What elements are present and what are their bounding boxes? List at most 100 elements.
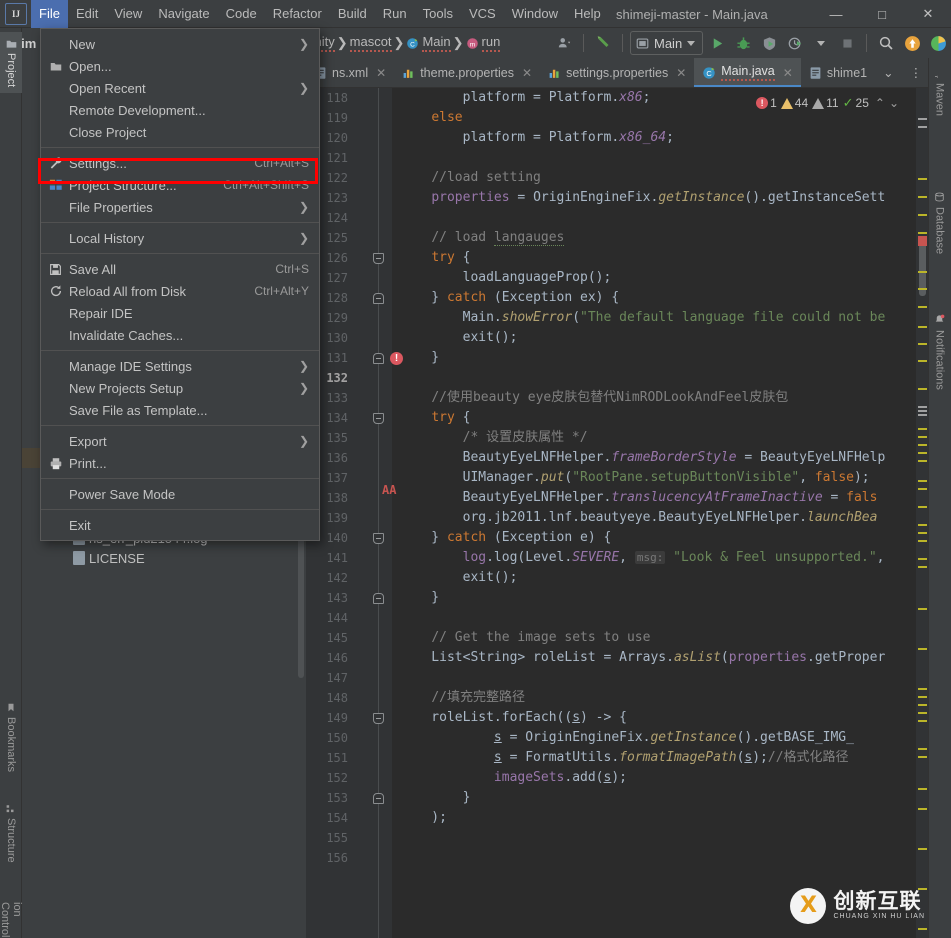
code-line[interactable]: //填充完整路径 (392, 688, 525, 708)
code-editor[interactable]: 1181191201211221231241251261271281291301… (306, 88, 928, 938)
code-fold-toggle[interactable] (373, 253, 384, 264)
error-stripe[interactable] (918, 488, 927, 490)
error-stripe[interactable] (918, 271, 927, 273)
run-icon[interactable] (705, 31, 729, 55)
minimize-button[interactable]: — (813, 0, 859, 28)
code-line[interactable]: // Get the image sets to use (392, 628, 650, 648)
code-line[interactable]: loadLanguageProp(); (392, 268, 611, 288)
menu-navigate[interactable]: Navigate (150, 0, 217, 28)
tab-shime1[interactable]: shime1 (801, 58, 875, 87)
error-stripe[interactable] (918, 214, 927, 216)
sidebar-item-database[interactable]: Database (928, 186, 951, 260)
file-menu-item-close-project[interactable]: Close Project (41, 121, 319, 143)
maximize-button[interactable]: □ (859, 0, 905, 28)
stop-icon[interactable] (835, 31, 859, 55)
code-line[interactable]: imageSets.add(s); (392, 768, 627, 788)
file-menu-item-invalidate-caches---[interactable]: Invalidate Caches... (41, 324, 319, 346)
code-line[interactable] (392, 848, 408, 868)
menu-file[interactable]: File (31, 0, 68, 28)
menu-vcs[interactable]: VCS (461, 0, 504, 28)
file-menu-item-open-recent[interactable]: Open Recent❯ (41, 77, 319, 99)
prev-problem-button[interactable]: ⌃ (875, 96, 885, 110)
menu-code[interactable]: Code (218, 0, 265, 28)
close-icon[interactable]: ✕ (376, 66, 386, 80)
breadcrumb-item-mascot[interactable]: mascot (348, 34, 394, 52)
undo-icon[interactable] (591, 31, 615, 55)
error-stripe[interactable] (918, 414, 927, 416)
error-stripe[interactable] (918, 704, 927, 706)
error-stripe[interactable] (918, 360, 927, 362)
file-menu-item-save-all[interactable]: Save AllCtrl+S (41, 258, 319, 280)
error-stripe[interactable] (918, 480, 927, 482)
error-stripe[interactable] (918, 178, 927, 180)
close-icon[interactable]: ✕ (676, 66, 686, 80)
error-stripe[interactable] (918, 436, 927, 438)
file-menu-item-print---[interactable]: Print... (41, 452, 319, 474)
error-stripe[interactable] (918, 712, 927, 714)
error-stripe[interactable] (918, 808, 927, 810)
search-icon[interactable] (874, 31, 898, 55)
sidebar-item-version-control[interactable]: ion Control (0, 896, 22, 938)
error-stripe[interactable] (918, 566, 927, 568)
code-line[interactable]: else (392, 108, 463, 128)
error-stripe-marker-bar[interactable] (916, 88, 928, 938)
code-line[interactable] (392, 608, 408, 628)
error-stripe[interactable] (918, 558, 927, 560)
code-line[interactable]: UIManager.put("RootPane.setupButtonVisib… (392, 468, 870, 488)
profiler-icon[interactable] (552, 31, 576, 55)
file-menu-item-open---[interactable]: Open... (41, 55, 319, 77)
file-menu-item-repair-ide[interactable]: Repair IDE (41, 302, 319, 324)
tab-overflow-button[interactable]: ⌄ (875, 58, 901, 87)
code-line[interactable] (392, 208, 408, 228)
tab-main-java[interactable]: CMain.java✕ (694, 58, 801, 87)
code-fold-toggle[interactable] (373, 293, 384, 304)
menu-view[interactable]: View (106, 0, 150, 28)
error-stripe[interactable] (918, 506, 927, 508)
next-problem-button[interactable]: ⌄ (889, 96, 899, 110)
menu-build[interactable]: Build (330, 0, 375, 28)
file-menu-item-project-structure---[interactable]: Project Structure...Ctrl+Alt+Shift+S (41, 174, 319, 196)
file-menu-item-reload-all-from-disk[interactable]: Reload All from DiskCtrl+Alt+Y (41, 280, 319, 302)
code-line[interactable]: } (392, 348, 439, 368)
file-menu-item-remote-development---[interactable]: Remote Development... (41, 99, 319, 121)
file-menu-item-new-projects-setup[interactable]: New Projects Setup❯ (41, 377, 319, 399)
error-stripe[interactable] (918, 696, 927, 698)
error-stripe[interactable] (918, 444, 927, 446)
error-stripe[interactable] (918, 452, 927, 454)
sidebar-item-structure[interactable]: Structure (0, 798, 22, 869)
coverage-icon[interactable] (757, 31, 781, 55)
debug-icon[interactable] (731, 31, 755, 55)
tab-theme-properties[interactable]: theme.properties✕ (394, 58, 540, 87)
error-stripe[interactable] (918, 608, 927, 610)
tab-settings-properties[interactable]: settings.properties✕ (540, 58, 694, 87)
code-line[interactable]: roleList.forEach((s) -> { (392, 708, 627, 728)
code-fold-toggle[interactable] (373, 713, 384, 724)
error-stripe[interactable] (918, 756, 927, 758)
ide-services-icon[interactable] (926, 31, 950, 55)
code-line[interactable]: } catch (Exception e) { (392, 528, 611, 548)
file-menu-item-new[interactable]: New❯ (41, 33, 319, 55)
run-configuration-selector[interactable]: Main (630, 31, 703, 55)
code-line[interactable]: try { (392, 408, 470, 428)
code-line[interactable] (392, 668, 408, 688)
menu-edit[interactable]: Edit (68, 0, 106, 28)
code-line[interactable]: exit(); (392, 328, 517, 348)
error-stripe[interactable] (918, 406, 927, 408)
code-fold-toggle[interactable] (373, 533, 384, 544)
sidebar-item-maven[interactable]: m Maven (928, 62, 951, 122)
code-fold-toggle[interactable] (373, 353, 384, 364)
error-stripe[interactable] (918, 720, 927, 722)
code-line[interactable]: //使用beauty eye皮肤包替代NimRODLookAndFeel皮肤包 (392, 388, 788, 408)
error-stripe[interactable] (918, 848, 927, 850)
code-line[interactable]: List<String> roleList = Arrays.asList(pr… (392, 648, 885, 668)
code-line[interactable]: s = OriginEngineFix.getInstance().getBAS… (392, 728, 854, 748)
close-icon[interactable]: ✕ (783, 66, 793, 80)
file-menu-dropdown[interactable]: New❯Open...Open Recent❯Remote Developmen… (40, 28, 320, 541)
code-line[interactable] (392, 148, 408, 168)
error-stripe[interactable] (918, 306, 927, 308)
menu-help[interactable]: Help (566, 0, 609, 28)
inspection-widget[interactable]: ! 1 44 11 ✓ 25 ⌃ ⌄ (753, 94, 902, 112)
tree-item-license[interactable]: LICENSE (22, 548, 306, 568)
error-stripe[interactable] (918, 410, 927, 412)
error-count[interactable]: ! 1 (756, 96, 777, 110)
